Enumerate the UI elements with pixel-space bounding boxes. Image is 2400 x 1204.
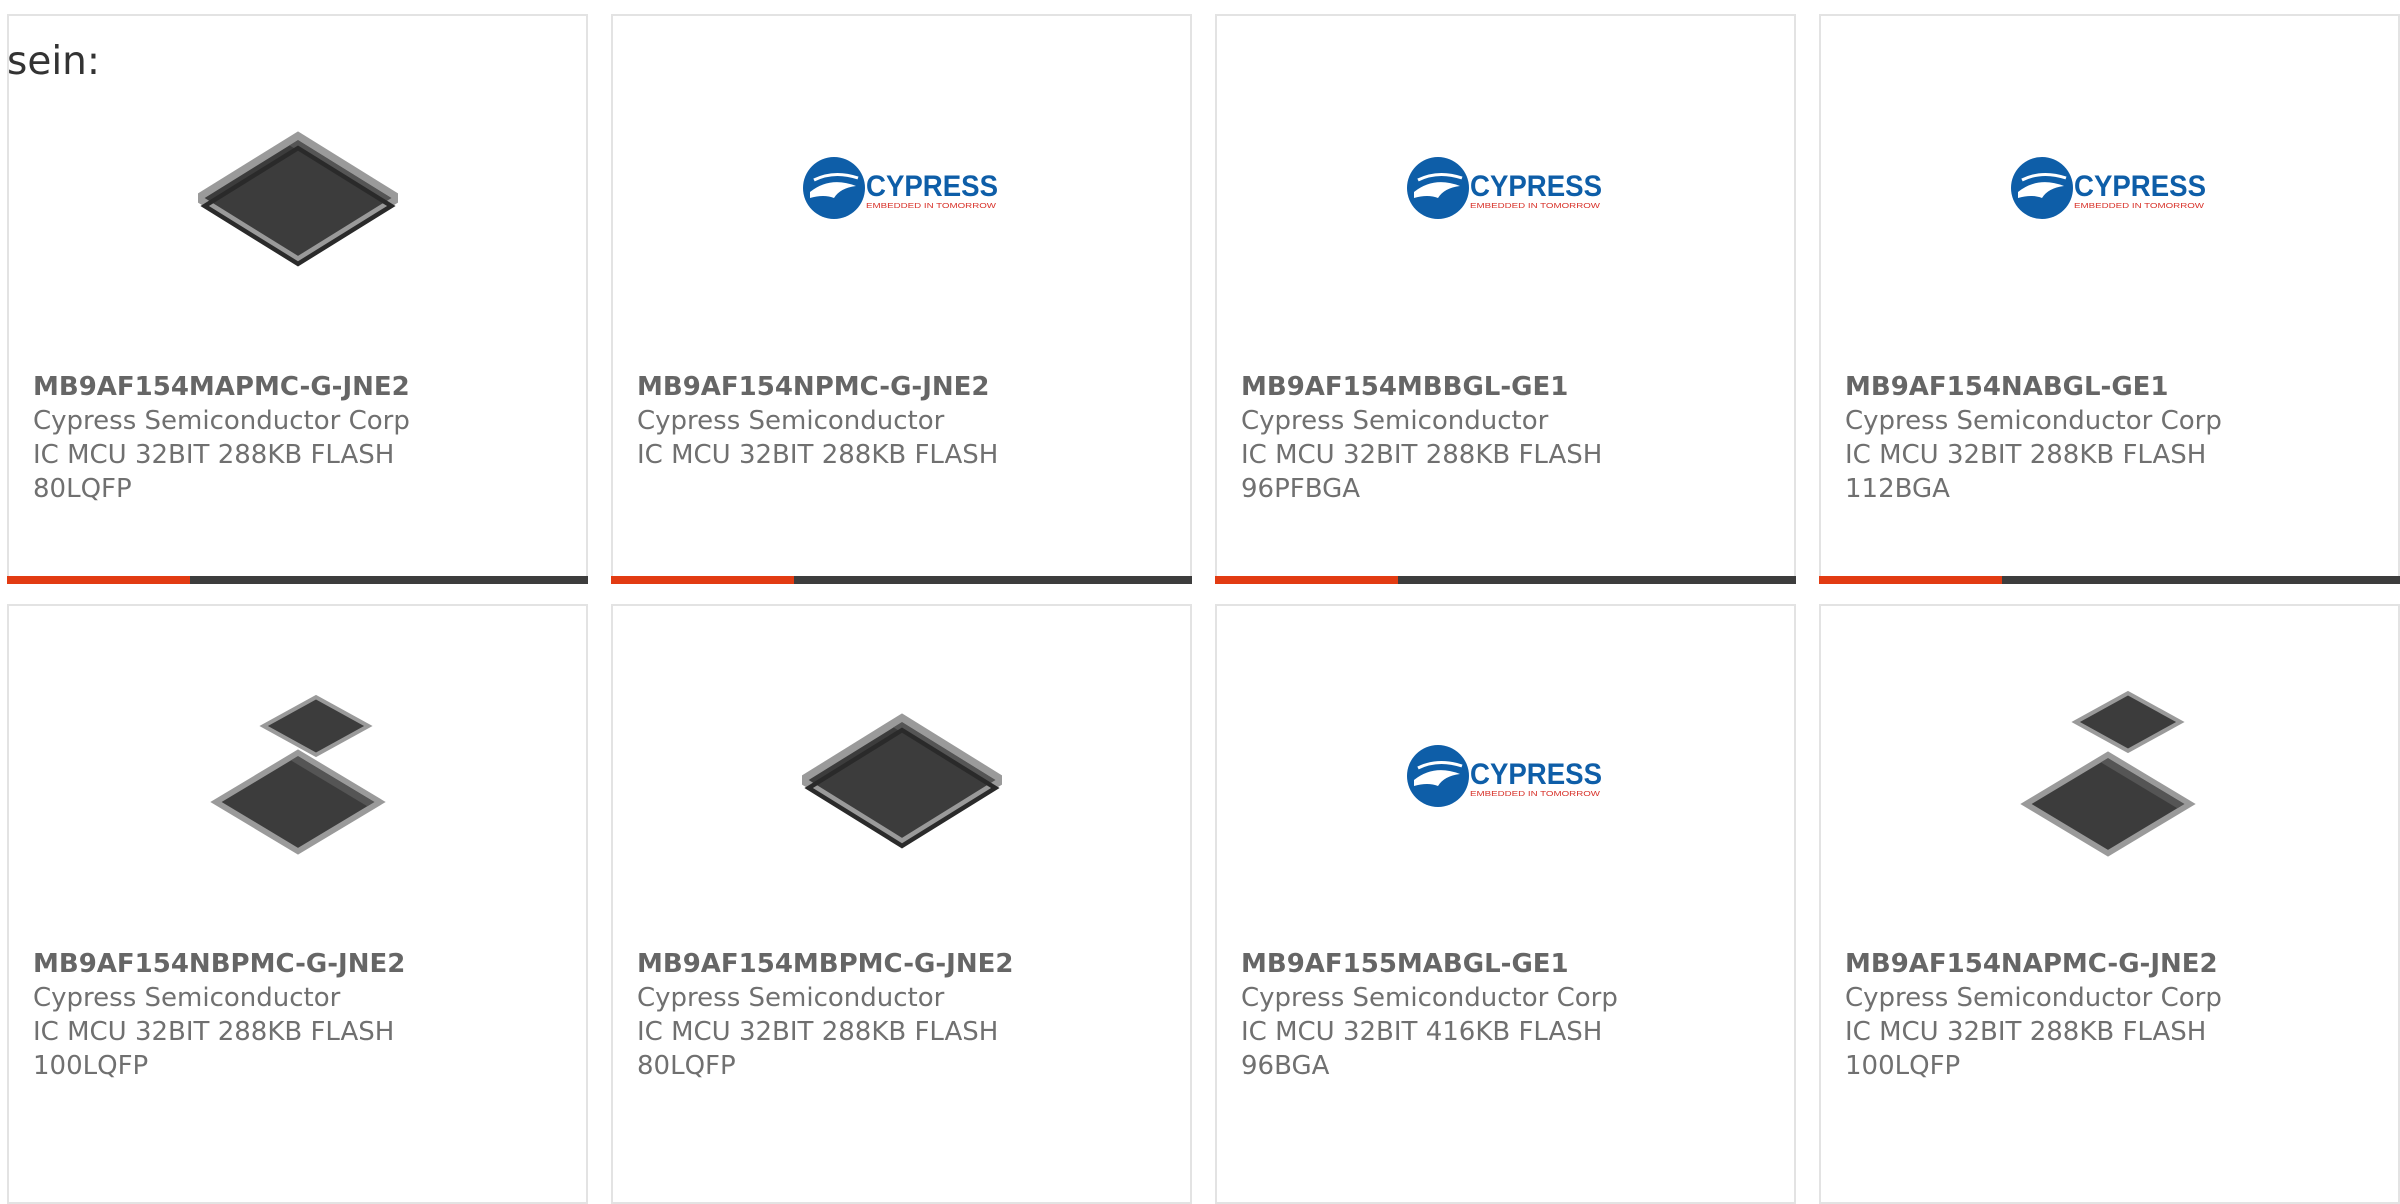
product-card[interactable]: MB9AF154NBPMC-G-JNE2 Cypress Semiconduct… — [7, 604, 588, 1204]
package: 80LQFP — [33, 474, 132, 504]
manufacturer: Cypress Semiconductor Corp — [33, 406, 410, 436]
logo-tagline: EMBEDDED IN TOMORROW — [866, 203, 997, 210]
card-bottom-bar — [7, 576, 588, 584]
product-info: MB9AF154NABGL-GE1 Cypress Semiconductor … — [1845, 370, 2386, 506]
package: 100LQFP — [33, 1051, 149, 1081]
package: 96PFBGA — [1241, 474, 1361, 504]
cypress-logo-icon: CYPRESS EMBEDDED IN TOMORROW — [1404, 674, 1608, 878]
manufacturer: Cypress Semiconductor — [637, 406, 945, 436]
package: 80LQFP — [637, 1051, 736, 1081]
part-number-link[interactable]: MB9AF154NABGL-GE1 — [1845, 370, 2386, 404]
product-card[interactable]: MB9AF154MAPMC-G-JNE2 Cypress Semiconduct… — [7, 14, 588, 584]
chip-qfp-icon — [196, 86, 400, 290]
product-card[interactable]: MB9AF154NAPMC-G-JNE2 Cypress Semiconduct… — [1819, 604, 2400, 1204]
package: 96BGA — [1241, 1051, 1330, 1081]
cypress-logo-icon: CYPRESS EMBEDDED IN TOMORROW — [800, 86, 1004, 290]
manufacturer: Cypress Semiconductor — [637, 983, 945, 1013]
manufacturer: Cypress Semiconductor Corp — [1845, 406, 2222, 436]
card-accent-bar — [1215, 576, 1398, 584]
logo-tagline: EMBEDDED IN TOMORROW — [1470, 791, 1601, 798]
product-grid: MB9AF154MAPMC-G-JNE2 Cypress Semiconduct… — [0, 0, 2400, 1204]
part-number-link[interactable]: MB9AF154NAPMC-G-JNE2 — [1845, 947, 2386, 981]
card-bottom-bar — [611, 576, 1192, 584]
logo-tagline: EMBEDDED IN TOMORROW — [1470, 203, 1601, 210]
logo-wordmark: CYPRESS — [866, 170, 998, 203]
chip-pair-icon — [196, 674, 400, 878]
package: 112BGA — [1845, 474, 1950, 504]
part-number-link[interactable]: MB9AF154MBBGL-GE1 — [1241, 370, 1782, 404]
card-accent-bar — [1819, 576, 2002, 584]
part-number-link[interactable]: MB9AF154MBPMC-G-JNE2 — [637, 947, 1178, 981]
card-accent-bar — [611, 576, 794, 584]
card-accent-bar — [7, 576, 190, 584]
chip-qfp-icon — [800, 674, 1004, 878]
logo-tagline: EMBEDDED IN TOMORROW — [2074, 203, 2205, 210]
intro-text: sein: — [7, 39, 101, 84]
part-number-link[interactable]: MB9AF155MABGL-GE1 — [1241, 947, 1782, 981]
product-info: MB9AF154MBBGL-GE1 Cypress Semiconductor … — [1241, 370, 1782, 506]
package: 100LQFP — [1845, 1051, 1961, 1081]
card-bottom-bar — [1819, 576, 2400, 584]
logo-wordmark: CYPRESS — [2074, 170, 2206, 203]
cypress-logo-icon: CYPRESS EMBEDDED IN TOMORROW — [1404, 86, 1608, 290]
product-info: MB9AF154MBPMC-G-JNE2 Cypress Semiconduct… — [637, 947, 1178, 1083]
description: IC MCU 32BIT 416KB FLASH — [1241, 1017, 1603, 1047]
description: IC MCU 32BIT 288KB FLASH — [33, 1017, 395, 1047]
description: IC MCU 32BIT 288KB FLASH — [1845, 440, 2207, 470]
product-card[interactable]: CYPRESS EMBEDDED IN TOMORROW MB9AF154NAB… — [1819, 14, 2400, 584]
product-info: MB9AF154MAPMC-G-JNE2 Cypress Semiconduct… — [33, 370, 574, 506]
manufacturer: Cypress Semiconductor — [1241, 406, 1549, 436]
logo-wordmark: CYPRESS — [1470, 170, 1602, 203]
description: IC MCU 32BIT 288KB FLASH — [1241, 440, 1603, 470]
description: IC MCU 32BIT 288KB FLASH — [33, 440, 395, 470]
part-number-link[interactable]: MB9AF154NBPMC-G-JNE2 — [33, 947, 574, 981]
product-card[interactable]: CYPRESS EMBEDDED IN TOMORROW MB9AF154NPM… — [611, 14, 1192, 584]
manufacturer: Cypress Semiconductor Corp — [1241, 983, 1618, 1013]
manufacturer: Cypress Semiconductor Corp — [1845, 983, 2222, 1013]
part-number-link[interactable]: MB9AF154MAPMC-G-JNE2 — [33, 370, 574, 404]
product-card[interactable]: MB9AF154MBPMC-G-JNE2 Cypress Semiconduct… — [611, 604, 1192, 1204]
logo-wordmark: CYPRESS — [1470, 758, 1602, 791]
product-info: MB9AF154NBPMC-G-JNE2 Cypress Semiconduct… — [33, 947, 574, 1083]
description: IC MCU 32BIT 288KB FLASH — [637, 440, 999, 470]
description: IC MCU 32BIT 288KB FLASH — [637, 1017, 999, 1047]
product-card[interactable]: CYPRESS EMBEDDED IN TOMORROW MB9AF154MBB… — [1215, 14, 1796, 584]
cypress-logo-icon: CYPRESS EMBEDDED IN TOMORROW — [2008, 86, 2212, 290]
product-info: MB9AF155MABGL-GE1 Cypress Semiconductor … — [1241, 947, 1782, 1083]
product-info: MB9AF154NPMC-G-JNE2 Cypress Semiconducto… — [637, 370, 1178, 472]
card-bottom-bar — [1215, 576, 1796, 584]
part-number-link[interactable]: MB9AF154NPMC-G-JNE2 — [637, 370, 1178, 404]
product-info: MB9AF154NAPMC-G-JNE2 Cypress Semiconduct… — [1845, 947, 2386, 1083]
product-card[interactable]: CYPRESS EMBEDDED IN TOMORROW MB9AF155MAB… — [1215, 604, 1796, 1204]
chip-pair-icon — [2008, 674, 2212, 878]
description: IC MCU 32BIT 288KB FLASH — [1845, 1017, 2207, 1047]
manufacturer: Cypress Semiconductor — [33, 983, 341, 1013]
